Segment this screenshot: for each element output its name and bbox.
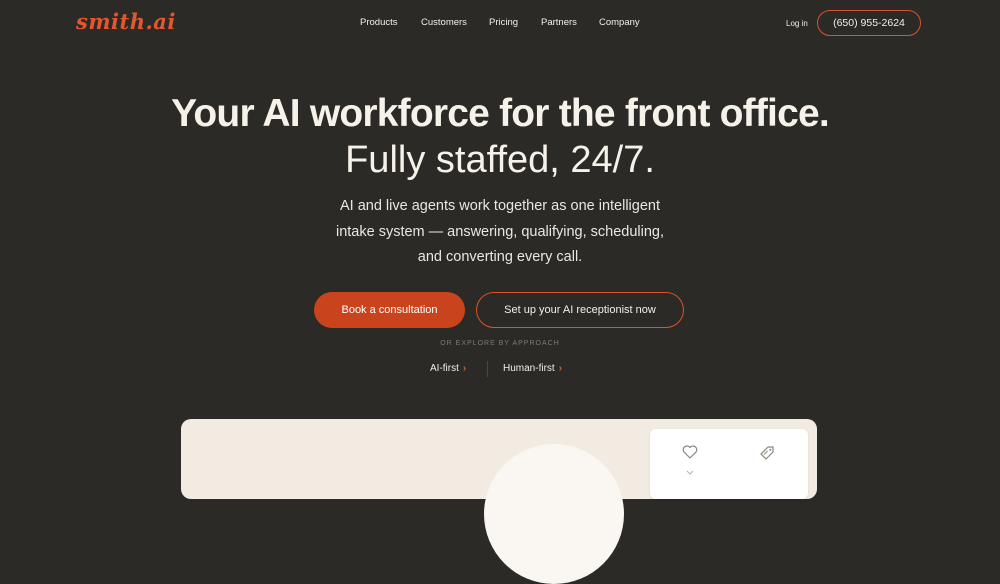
nav-pricing[interactable]: Pricing [489, 17, 518, 28]
hero-description: AI and live agents work together as one … [300, 194, 700, 271]
smith-ai-logo[interactable]: smith.ai [76, 9, 176, 34]
hero-subtitle: Fully staffed, 24/7. [345, 139, 655, 181]
setup-ai-receptionist-button[interactable]: Set up your AI receptionist now [476, 292, 684, 328]
preview-circle [484, 444, 624, 584]
feature-card [650, 429, 808, 499]
tag-icon [760, 446, 774, 460]
chevron-down-icon [686, 470, 694, 475]
book-consultation-button[interactable]: Book a consultation [314, 292, 465, 328]
approach-divider [487, 361, 488, 377]
hero-description-line: AI and live agents work together as one … [339, 198, 660, 214]
heart-icon [682, 445, 698, 459]
nav-company[interactable]: Company [599, 17, 640, 28]
phone-button[interactable]: (650) 955-2624 [817, 10, 921, 36]
login-link[interactable]: Log in [786, 19, 808, 28]
human-first-link[interactable]: Human-first › [503, 363, 562, 374]
hero-title: Your AI workforce for the front office. [171, 92, 830, 135]
top-navigation: smith.ai Products Customers Pricing Part… [0, 0, 1000, 46]
explore-approach-label: OR EXPLORE BY APPROACH [440, 340, 560, 347]
chevron-right-icon: › [462, 363, 467, 374]
chevron-right-icon: › [558, 363, 563, 374]
hero-description-line: intake system — answering, qualifying, s… [335, 223, 665, 240]
hero-description-line: and converting every call. [417, 249, 583, 265]
ai-first-link[interactable]: AI-first › [430, 363, 466, 374]
nav-products[interactable]: Products [360, 17, 398, 28]
ai-first-label: AI-first [430, 363, 459, 374]
human-first-label: Human-first [503, 363, 555, 374]
nav-partners[interactable]: Partners [541, 17, 577, 28]
nav-customers[interactable]: Customers [421, 17, 467, 28]
